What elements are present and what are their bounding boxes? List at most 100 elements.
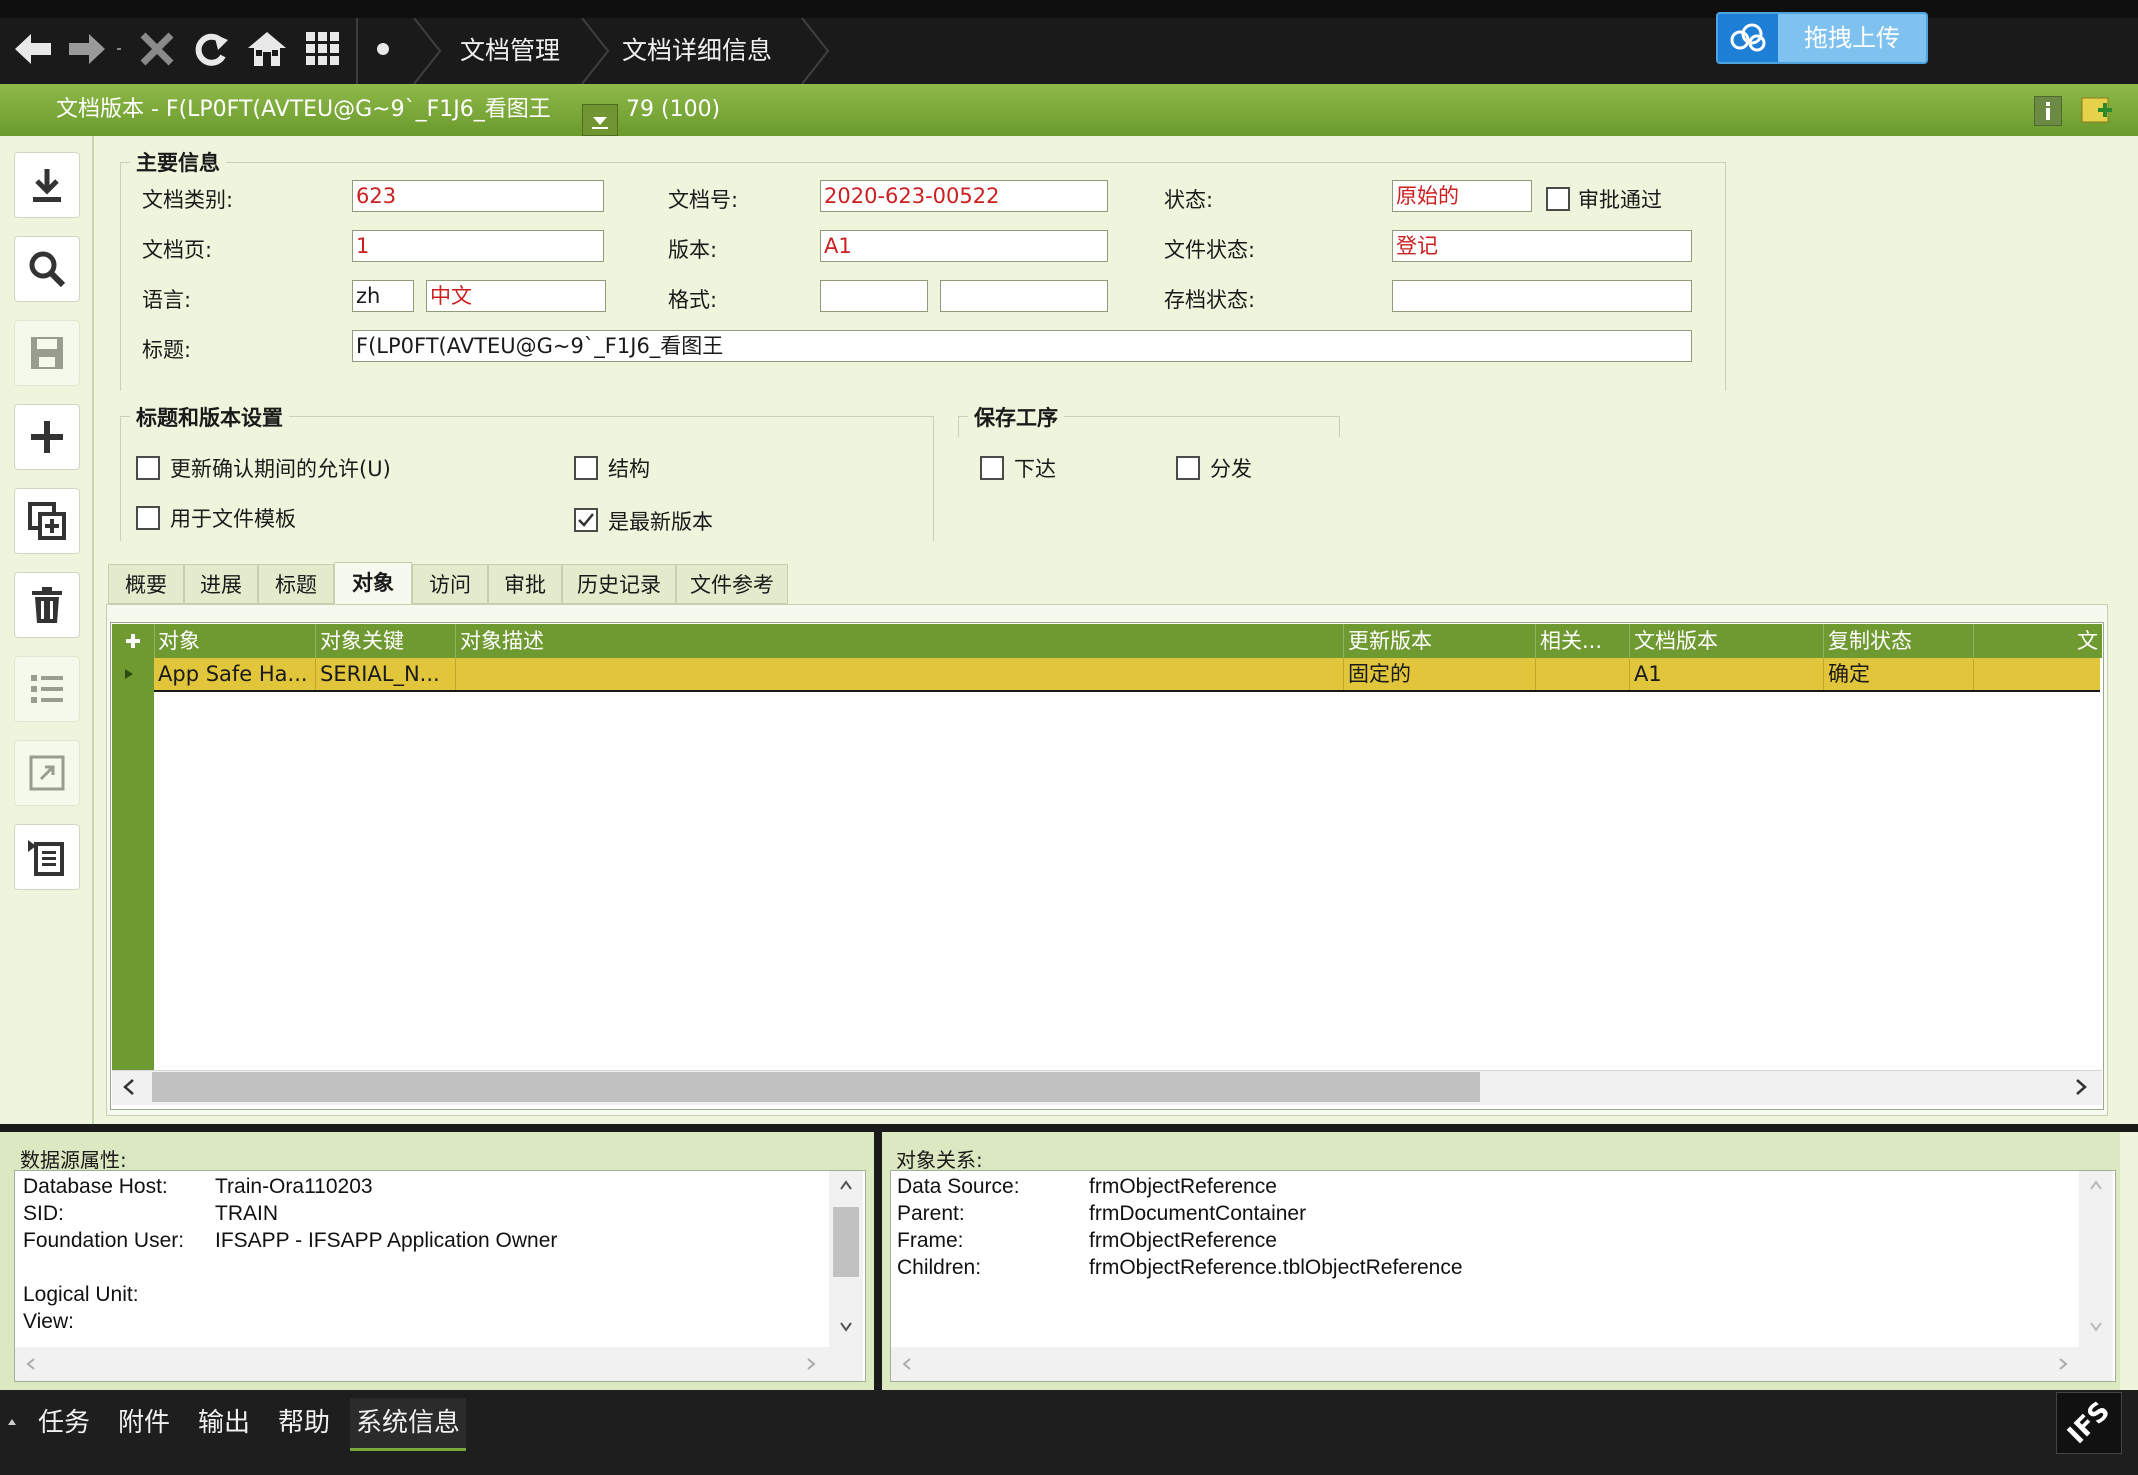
scroll-down-icon[interactable] (839, 1321, 853, 1333)
column-header-object-key[interactable]: 对象关键 (316, 624, 456, 658)
file-status-label: 文件状态: (1164, 238, 1256, 262)
horizontal-scrollbar-thumb[interactable] (152, 1072, 1480, 1102)
info-icon[interactable] (2034, 96, 2062, 126)
column-header-update-revision[interactable]: 更新版本 (1344, 624, 1536, 658)
doc-sheet-field[interactable]: 1 (352, 230, 604, 262)
cell-object-description[interactable] (456, 658, 1344, 690)
language-code-field[interactable]: zh (352, 280, 414, 312)
scroll-left-icon[interactable] (25, 1357, 37, 1371)
scroll-down-icon[interactable] (2089, 1321, 2103, 1333)
archive-status-field[interactable] (1392, 280, 1692, 312)
search-icon[interactable] (14, 236, 80, 302)
duplicate-icon[interactable] (14, 488, 80, 554)
expand-up-icon[interactable] (6, 1416, 18, 1428)
save-icon[interactable] (14, 320, 80, 386)
revision-field[interactable]: A1 (820, 230, 1108, 262)
file-status-field[interactable]: 登记 (1392, 230, 1692, 262)
table-row[interactable]: App Safe Ha... SERIAL_N... 固定的 A1 确定 (154, 658, 2100, 692)
scroll-right-icon[interactable] (2074, 1078, 2088, 1096)
column-header-related[interactable]: 相关... (1536, 624, 1630, 658)
add-row-icon[interactable] (112, 624, 155, 658)
home-icon[interactable] (242, 24, 292, 74)
latest-revision-checkbox[interactable] (574, 508, 598, 532)
back-arrow-icon[interactable] (8, 24, 58, 74)
scroll-right-icon[interactable] (805, 1357, 817, 1371)
pane-splitter[interactable] (0, 1124, 2138, 1132)
stop-icon[interactable] (132, 24, 182, 74)
list-icon[interactable] (14, 656, 80, 722)
scroll-up-icon[interactable] (2089, 1179, 2103, 1191)
column-header-doc-revision[interactable]: 文档版本 (1630, 624, 1824, 658)
update-allowed-label: 更新确认期间的允许(U) (170, 457, 391, 481)
distribute-checkbox[interactable] (1176, 456, 1200, 480)
forward-dropdown-icon[interactable] (114, 24, 124, 74)
pane-divider[interactable] (874, 1132, 882, 1390)
document-list-icon[interactable] (14, 824, 80, 890)
tab-history[interactable]: 历史记录 (562, 564, 676, 604)
title-field[interactable]: F(LP0FT(AVTEU@G~9`_F1J6_看图王 (352, 330, 1692, 362)
breadcrumb-document-details[interactable]: 文档详细信息 (622, 18, 772, 84)
drag-upload-button[interactable]: 拖拽上传 (1716, 12, 1928, 64)
cell-object[interactable]: App Safe Ha... (154, 658, 316, 690)
horizontal-scrollbar[interactable] (15, 1347, 863, 1381)
status-field[interactable]: 原始的 (1392, 180, 1532, 212)
breadcrumb-document-management[interactable]: 文档管理 (460, 18, 560, 84)
property-value: TRAIN (215, 1202, 278, 1225)
column-header-copy-status[interactable]: 复制状态 (1824, 624, 1974, 658)
relation-key: Frame: (897, 1229, 964, 1252)
cell-copy-status[interactable]: 确定 (1824, 658, 1974, 690)
scroll-left-icon[interactable] (122, 1078, 136, 1096)
language-name-field[interactable]: 中文 (426, 280, 606, 312)
tab-access[interactable]: 访问 (412, 564, 488, 604)
taskbar-help[interactable]: 帮助 (278, 1398, 330, 1448)
forward-arrow-icon[interactable] (62, 24, 112, 74)
cell-update-revision[interactable]: 固定的 (1344, 658, 1536, 690)
cell-related[interactable] (1536, 658, 1630, 690)
column-header-more[interactable]: 文 (1974, 624, 2102, 658)
cell-more[interactable] (1974, 658, 2100, 690)
scroll-up-icon[interactable] (839, 1179, 853, 1191)
object-reference-table (110, 622, 2104, 1110)
latest-revision-label: 是最新版本 (608, 510, 713, 534)
scroll-right-icon[interactable] (2057, 1357, 2069, 1371)
record-dropdown-button[interactable] (582, 104, 618, 136)
tab-objects[interactable]: 对象 (334, 562, 412, 604)
taskbar-output[interactable]: 输出 (198, 1398, 250, 1448)
scroll-left-icon[interactable] (901, 1357, 913, 1371)
doc-no-field[interactable]: 2020-623-00522 (820, 180, 1108, 212)
main-info-heading: 主要信息 (130, 147, 226, 177)
tab-progress[interactable]: 进展 (184, 564, 258, 604)
horizontal-scrollbar[interactable] (891, 1347, 2113, 1381)
tab-title[interactable]: 标题 (258, 564, 334, 604)
object-relations-pane: 对象关系: Data Source: frmObjectReference Pa… (882, 1132, 2120, 1390)
taskbar-tasks[interactable]: 任务 (38, 1398, 90, 1448)
add-icon[interactable] (14, 404, 80, 470)
expand-icon[interactable] (14, 740, 80, 806)
cell-object-key[interactable]: SERIAL_N... (316, 658, 456, 690)
release-checkbox[interactable] (980, 456, 1004, 480)
format-field-1[interactable] (820, 280, 928, 312)
taskbar-attachments[interactable]: 附件 (118, 1398, 170, 1448)
tab-overview[interactable]: 概要 (108, 564, 184, 604)
apps-grid-icon[interactable] (298, 24, 348, 74)
tab-approval[interactable]: 审批 (488, 564, 562, 604)
for-template-checkbox[interactable] (136, 506, 160, 530)
vertical-scrollbar-thumb[interactable] (833, 1207, 859, 1277)
cell-doc-revision[interactable]: A1 (1630, 658, 1824, 690)
refresh-icon[interactable] (186, 24, 236, 74)
delete-icon[interactable] (14, 572, 80, 638)
taskbar-system-info[interactable]: 系统信息 (350, 1398, 467, 1451)
update-allowed-checkbox[interactable] (136, 456, 160, 480)
add-note-icon[interactable] (2080, 94, 2114, 126)
vertical-scrollbar[interactable] (829, 1171, 863, 1347)
column-header-object-description[interactable]: 对象描述 (456, 624, 1344, 658)
tab-file-reference[interactable]: 文件参考 (676, 564, 788, 604)
vertical-scrollbar[interactable] (2079, 1171, 2113, 1347)
format-field-2[interactable] (940, 280, 1108, 312)
download-icon[interactable] (14, 152, 80, 218)
approved-checkbox[interactable] (1546, 187, 1570, 211)
column-header-object[interactable]: 对象 (154, 624, 316, 658)
doc-class-field[interactable]: 623 (352, 180, 604, 212)
structure-checkbox[interactable] (574, 456, 598, 480)
bullet-icon[interactable] (360, 24, 406, 74)
